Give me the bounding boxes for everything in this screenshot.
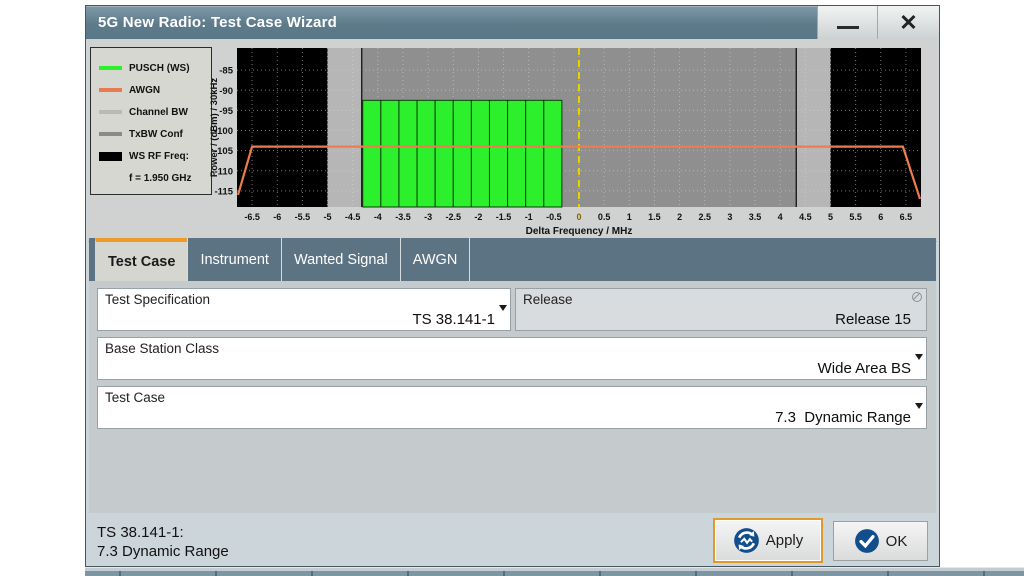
test-specification-label: Test Specification xyxy=(105,292,210,307)
titlebar: 5G New Radio: Test Case Wizard xyxy=(86,6,939,39)
close-icon: ✕ xyxy=(899,12,917,34)
readonly-icon xyxy=(912,292,922,302)
svg-text:Delta Frequency / MHz: Delta Frequency / MHz xyxy=(526,226,633,236)
svg-text:2.5: 2.5 xyxy=(698,212,711,222)
chevron-down-icon xyxy=(915,403,923,409)
svg-text:3: 3 xyxy=(727,212,732,222)
legend-item-ws-rf-freq: WS RF Freq: xyxy=(99,145,211,167)
svg-text:-2: -2 xyxy=(474,212,482,222)
svg-text:0.5: 0.5 xyxy=(598,212,611,222)
svg-text:Power / (dBm) / 30kHz: Power / (dBm) / 30kHz xyxy=(209,78,220,177)
base-station-class-dropdown[interactable]: Base Station Class Wide Area BS xyxy=(97,337,927,380)
legend-item-pusch: PUSCH (WS) xyxy=(99,57,211,79)
awgn-swatch-icon xyxy=(99,88,122,92)
svg-text:-4.5: -4.5 xyxy=(345,212,361,222)
channel-bw-swatch-icon xyxy=(99,110,122,114)
spectrum-chart-panel: PUSCH (WS) AWGN Channel BW TxBW Conf WS … xyxy=(88,39,937,242)
svg-text:4.5: 4.5 xyxy=(799,212,812,222)
svg-text:-5: -5 xyxy=(324,212,332,222)
test-case-wizard-dialog: 5G New Radio: Test Case Wizard ✕ PUSCH (… xyxy=(85,5,940,567)
ws-rf-freq-value: f = 1.950 GHz xyxy=(99,167,211,189)
legend-item-txbw: TxBW Conf xyxy=(99,123,211,145)
ok-check-icon xyxy=(854,528,880,554)
svg-text:-1.5: -1.5 xyxy=(496,212,512,222)
ws-rf-freq-swatch-icon xyxy=(99,152,122,161)
release-field: Release Release 15 xyxy=(515,288,927,331)
svg-text:-85: -85 xyxy=(219,66,233,77)
svg-text:-1: -1 xyxy=(525,212,533,222)
legend-item-awgn: AWGN xyxy=(99,79,211,101)
svg-text:-6: -6 xyxy=(273,212,281,222)
svg-text:1.5: 1.5 xyxy=(648,212,661,222)
test-case-label: Test Case xyxy=(105,390,165,405)
status-line2: 7.3 Dynamic Range xyxy=(97,542,229,561)
svg-text:-5.5: -5.5 xyxy=(295,212,311,222)
status-line1: TS 38.141-1: xyxy=(97,523,229,542)
svg-text:-3: -3 xyxy=(424,212,432,222)
svg-text:6.5: 6.5 xyxy=(900,212,913,222)
apply-recalc-icon xyxy=(733,527,760,554)
svg-text:4: 4 xyxy=(778,212,783,222)
svg-text:3.5: 3.5 xyxy=(749,212,762,222)
release-value: Release 15 xyxy=(835,311,911,328)
svg-text:-4: -4 xyxy=(374,212,382,222)
legend-item-channel-bw: Channel BW xyxy=(99,101,211,123)
svg-text:5.5: 5.5 xyxy=(849,212,862,222)
chevron-down-icon xyxy=(499,305,507,311)
minimize-icon xyxy=(837,26,859,29)
svg-text:2: 2 xyxy=(677,212,682,222)
svg-text:-3.5: -3.5 xyxy=(395,212,411,222)
window-title: 5G New Radio: Test Case Wizard xyxy=(86,14,337,31)
tab-bar: Test Case Instrument Wanted Signal AWGN xyxy=(89,238,936,281)
test-case-dropdown[interactable]: Test Case 7.3 Dynamic Range xyxy=(97,386,927,429)
minimize-button[interactable] xyxy=(817,6,877,39)
svg-text:-2.5: -2.5 xyxy=(446,212,462,222)
svg-text:-95: -95 xyxy=(219,106,233,117)
apply-button[interactable]: Apply xyxy=(713,518,823,563)
svg-text:1: 1 xyxy=(627,212,632,222)
status-summary: TS 38.141-1: 7.3 Dynamic Range xyxy=(97,523,229,561)
test-case-value: 7.3 Dynamic Range xyxy=(775,409,911,426)
test-case-form: Test Specification TS 38.141-1 Release R… xyxy=(89,281,936,513)
taskbar-buttons-edge xyxy=(85,571,1024,576)
tab-wanted-signal[interactable]: Wanted Signal xyxy=(281,238,400,281)
spectrum-plot: -6.5 -6 -5.5 -5 -4.5 -4 -3.5 -3 -2.5 -2 -1.5 -1 -0.5… xyxy=(203,48,925,236)
chart-legend: PUSCH (WS) AWGN Channel BW TxBW Conf WS … xyxy=(90,47,212,195)
svg-text:5: 5 xyxy=(828,212,833,222)
svg-text:-115: -115 xyxy=(215,186,234,197)
svg-text:0: 0 xyxy=(576,212,581,222)
test-specification-dropdown[interactable]: Test Specification TS 38.141-1 xyxy=(97,288,511,331)
tab-test-case[interactable]: Test Case xyxy=(95,238,187,281)
tab-instrument[interactable]: Instrument xyxy=(187,238,281,281)
release-label: Release xyxy=(523,292,573,307)
chevron-down-icon xyxy=(915,354,923,360)
base-station-class-label: Base Station Class xyxy=(105,341,219,356)
ok-button[interactable]: OK xyxy=(833,521,928,561)
svg-text:-0.5: -0.5 xyxy=(546,212,562,222)
svg-text:-6.5: -6.5 xyxy=(244,212,260,222)
close-button[interactable]: ✕ xyxy=(877,6,939,39)
svg-text:6: 6 xyxy=(878,212,883,222)
taskbar-strip xyxy=(85,567,1024,576)
svg-text:-90: -90 xyxy=(219,86,233,97)
base-station-class-value: Wide Area BS xyxy=(818,360,911,377)
txbw-swatch-icon xyxy=(99,132,122,136)
test-specification-value: TS 38.141-1 xyxy=(412,311,495,328)
tab-awgn[interactable]: AWGN xyxy=(400,238,471,281)
pusch-swatch-icon xyxy=(99,66,122,70)
